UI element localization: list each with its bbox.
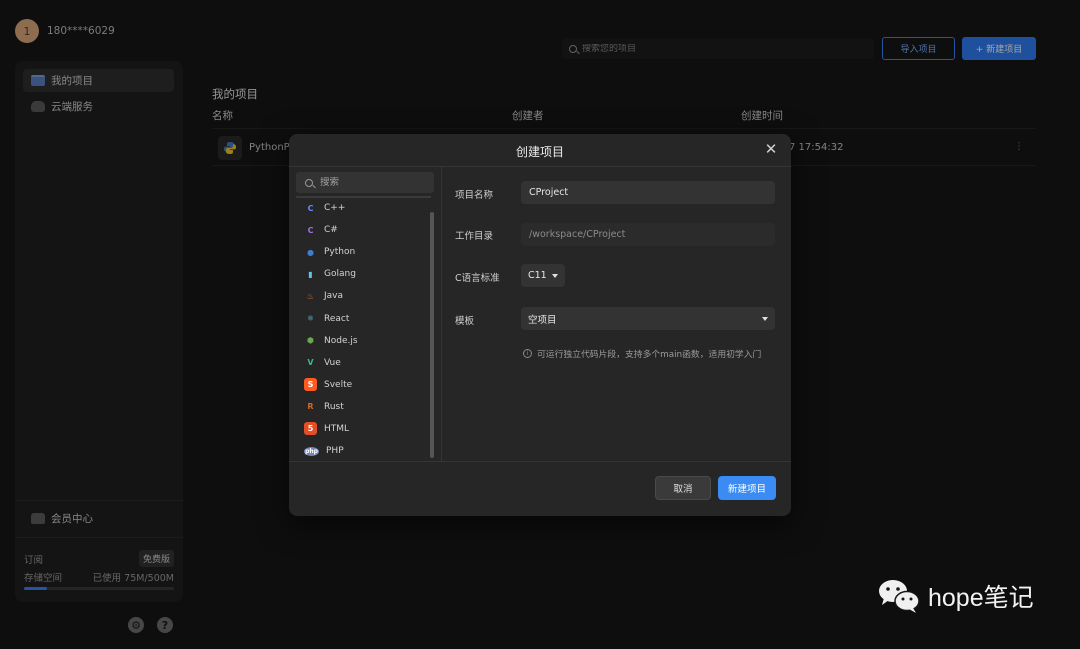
csharp-icon: C xyxy=(307,225,314,235)
language-search-input[interactable] xyxy=(320,177,420,188)
language-item-html[interactable]: 5 HTML xyxy=(296,418,426,440)
search-icon xyxy=(305,178,313,187)
language-label: Rust xyxy=(324,401,344,412)
language-item-svelte[interactable]: S Svelte xyxy=(296,374,426,396)
language-item-php[interactable]: php PHP xyxy=(296,440,426,459)
dialog-header-divider xyxy=(289,166,791,167)
language-item-c-[interactable]: C C# xyxy=(296,219,426,241)
language-label: HTML xyxy=(324,423,350,434)
php-icon: php xyxy=(304,446,319,456)
nodejs-icon: ⬢ xyxy=(307,336,314,346)
info-icon: i xyxy=(523,349,532,358)
language-label: React xyxy=(324,313,350,324)
svelte-icon: S xyxy=(304,378,317,392)
language-label: C++ xyxy=(324,203,346,214)
watermark-text: hope笔记 xyxy=(928,584,1034,612)
language-label: Java xyxy=(324,291,344,302)
language-label: C# xyxy=(324,225,338,236)
language-search[interactable] xyxy=(296,172,434,193)
wechat-icon xyxy=(879,580,920,613)
create-project-dialog: 创建项目 ✕ C C++ C C# ● Python ▮ Golang ♨ Java ⚛ React ⬢… xyxy=(289,134,791,516)
wechat-watermark: hope笔记 xyxy=(877,578,1034,614)
template-hint-text: 可运行独立代码片段，支持多个main函数，适用初学入门 xyxy=(537,350,762,360)
language-label: Svelte xyxy=(324,379,353,390)
language-label: Node.js xyxy=(324,335,358,346)
project-name-label: 项目名称 xyxy=(455,190,494,201)
work-dir-label: 工作目录 xyxy=(455,231,494,242)
template-hint: i 可运行独立代码片段，支持多个main函数，适用初学入门 xyxy=(523,347,761,360)
project-name-field[interactable] xyxy=(521,181,775,204)
language-label: Golang xyxy=(324,269,356,280)
template-select[interactable]: 空项目 xyxy=(521,307,775,330)
cancel-button[interactable]: 取消 xyxy=(655,476,711,500)
create-project-button[interactable]: 新建项目 xyxy=(718,476,776,500)
language-item-vue[interactable]: V Vue xyxy=(296,352,426,374)
c-standard-select[interactable]: C11 xyxy=(521,264,565,287)
dialog-footer-divider xyxy=(289,461,791,462)
language-label: Vue xyxy=(324,357,341,368)
c-standard-label: C语言标准 xyxy=(455,273,500,284)
html-icon: 5 xyxy=(304,422,317,436)
language-item-java[interactable]: ♨ Java xyxy=(296,285,426,307)
language-label: PHP xyxy=(326,446,344,457)
work-dir-field xyxy=(521,223,775,246)
language-item-node-js[interactable]: ⬢ Node.js xyxy=(296,330,426,352)
rust-icon: R xyxy=(307,402,314,412)
c-standard-value: C11 xyxy=(528,270,547,281)
golang-icon: ▮ xyxy=(308,269,313,279)
dialog-title: 创建项目 xyxy=(515,145,564,159)
cpp-icon: C xyxy=(307,203,314,213)
language-item-golang[interactable]: ▮ Golang xyxy=(296,263,426,285)
react-icon: ⚛ xyxy=(306,314,315,324)
chevron-down-icon xyxy=(762,316,768,321)
dialog-column-divider xyxy=(441,166,442,461)
java-icon: ♨ xyxy=(306,291,315,301)
language-label: Python xyxy=(324,247,356,258)
language-list: C C++ C C# ● Python ▮ Golang ♨ Java ⚛ React ⬢ Node.js… xyxy=(296,197,426,459)
chevron-down-icon xyxy=(552,273,558,278)
template-value: 空项目 xyxy=(528,314,557,326)
close-icon[interactable]: ✕ xyxy=(763,140,779,158)
template-label: 模板 xyxy=(455,316,475,327)
language-item-python[interactable]: ● Python xyxy=(296,241,426,263)
python-icon: ● xyxy=(307,247,314,257)
vue-icon: V xyxy=(307,358,314,368)
language-item-react[interactable]: ⚛ React xyxy=(296,307,426,329)
language-item-rust[interactable]: R Rust xyxy=(296,396,426,418)
language-list-scrollbar[interactable] xyxy=(430,212,434,458)
language-item-c-[interactable]: C C++ xyxy=(296,197,426,219)
